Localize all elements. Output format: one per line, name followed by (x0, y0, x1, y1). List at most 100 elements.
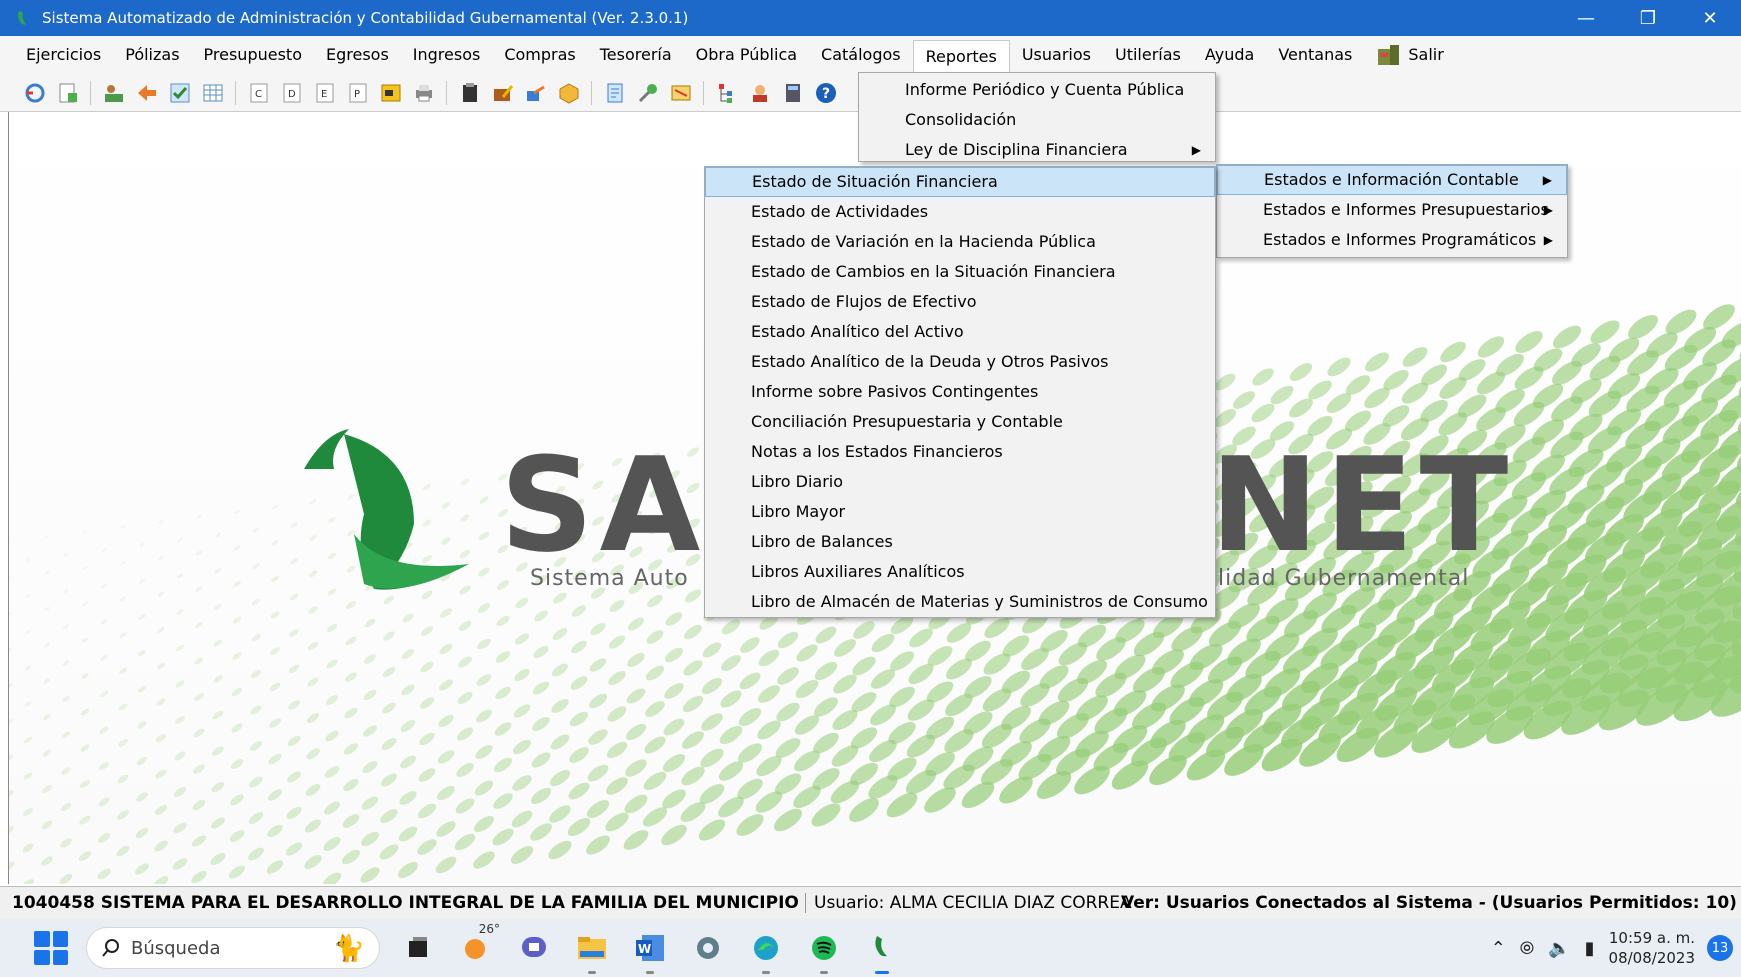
export-icon[interactable] (521, 79, 550, 107)
user-avatar-icon[interactable] (745, 79, 774, 107)
taskbar-search[interactable]: Búsqueda 🐈 (86, 927, 380, 969)
restore-button[interactable]: ❐ (1617, 0, 1679, 36)
volume-icon[interactable]: 🔈 (1548, 938, 1570, 959)
toolbar-separator (703, 80, 704, 105)
package-icon[interactable] (554, 79, 583, 107)
menu-item-libro-mayor[interactable]: Libro Mayor (705, 497, 1215, 527)
menu-item-analitico-deuda[interactable]: Estado Analítico de la Deuda y Otros Pas… (705, 347, 1215, 377)
menu-polizas[interactable]: Pólizas (113, 40, 191, 70)
edit-book-icon[interactable] (488, 79, 517, 107)
report-card-icon[interactable] (376, 79, 405, 107)
toolbar-separator (591, 80, 592, 105)
grid-table-icon[interactable] (198, 79, 227, 107)
settings-gear-icon[interactable] (688, 928, 728, 968)
menu-item-cambios-situacion[interactable]: Estado de Cambios en la Situación Financ… (705, 257, 1215, 287)
users-icon[interactable] (99, 79, 128, 107)
clock-time: 10:59 a. m. (1608, 929, 1695, 947)
menu-item-estados-contable[interactable]: Estados e Información Contable ▶ (1217, 165, 1567, 195)
menu-presupuesto[interactable]: Presupuesto (192, 40, 314, 70)
menu-item-libros-auxiliares[interactable]: Libros Auxiliares Analíticos (705, 557, 1215, 587)
title-bar: Sistema Automatizado de Administración y… (0, 0, 1741, 36)
p-page-icon[interactable]: P (343, 79, 372, 107)
close-button[interactable]: ✕ (1679, 0, 1741, 36)
menu-item-estados-presupuestarios[interactable]: Estados e Informes Presupuestarios ▶ (1217, 195, 1567, 225)
battery-icon[interactable]: ▮ (1585, 938, 1595, 959)
transfer-icon[interactable] (132, 79, 161, 107)
submenu-arrow-icon: ▶ (1191, 143, 1201, 157)
menu-salir[interactable]: Salir (1364, 40, 1455, 70)
logo-subtitle-right: lidad Gubernamental (1218, 566, 1470, 591)
menu-item-libro-diario[interactable]: Libro Diario (705, 467, 1215, 497)
menu-catalogos[interactable]: Catálogos (809, 40, 913, 70)
menu-item-estados-programaticos[interactable]: Estados e Informes Programáticos ▶ (1217, 225, 1567, 255)
menu-usuarios[interactable]: Usuarios (1010, 40, 1103, 70)
toolbar-separator (446, 80, 447, 105)
menu-item-estados-contable-label: Estados e Información Contable (1264, 170, 1519, 189)
menu-item-libro-almacen[interactable]: Libro de Almacén de Materias y Suministr… (705, 587, 1215, 617)
reportes-dropdown: Informe Periódico y Cuenta Pública Conso… (858, 72, 1216, 162)
menu-item-actividades[interactable]: Estado de Actividades (705, 197, 1215, 227)
sacnet-app-icon[interactable] (862, 928, 902, 974)
menu-item-libro-balances[interactable]: Libro de Balances (705, 527, 1215, 557)
menu-bar: Ejercicios Pólizas Presupuesto Egresos I… (0, 36, 1741, 74)
map-icon[interactable] (666, 79, 695, 107)
menu-item-flujos-efectivo[interactable]: Estado de Flujos de Efectivo (705, 287, 1215, 317)
menu-item-informe-periodico[interactable]: Informe Periódico y Cuenta Pública (859, 75, 1215, 105)
notification-badge[interactable]: 13 (1707, 935, 1733, 961)
word-icon[interactable]: W (630, 928, 670, 974)
file-explorer-icon[interactable] (572, 928, 612, 974)
menu-item-notas-estados[interactable]: Notas a los Estados Financieros (705, 437, 1215, 467)
notes-icon[interactable] (600, 79, 629, 107)
menu-item-conciliacion[interactable]: Conciliación Presupuestaria y Contable (705, 407, 1215, 437)
calculator-icon[interactable] (778, 79, 807, 107)
estados-contable-submenu: Estado de Situación Financiera Estado de… (704, 166, 1216, 618)
cat-decoration-icon: 🐈 (332, 934, 365, 964)
edge-browser-icon[interactable] (746, 928, 786, 974)
status-organization: 1040458 SISTEMA PARA EL DESARROLLO INTEG… (12, 893, 805, 913)
document-icon[interactable] (53, 79, 82, 107)
teams-chat-icon[interactable] (514, 928, 554, 968)
spotify-icon[interactable] (804, 928, 844, 974)
clipboard-icon[interactable] (455, 79, 484, 107)
c-page-icon[interactable]: C (244, 79, 273, 107)
task-view-icon[interactable] (398, 928, 438, 968)
menu-ventanas[interactable]: Ventanas (1266, 40, 1364, 70)
menu-ingresos[interactable]: Ingresos (401, 40, 493, 70)
menu-item-estados-programaticos-label: Estados e Informes Programáticos (1263, 230, 1537, 249)
menu-item-analitico-activo[interactable]: Estado Analítico del Activo (705, 317, 1215, 347)
menu-ejercicios[interactable]: Ejercicios (14, 40, 113, 70)
menu-ayuda[interactable]: Ayuda (1193, 40, 1266, 70)
status-user: Usuario: ALMA CECILIA DIAZ CORREA (805, 893, 1132, 913)
svg-text:P: P (354, 89, 360, 100)
tools-icon[interactable] (633, 79, 662, 107)
start-button[interactable] (34, 931, 68, 965)
refresh-icon[interactable] (20, 79, 49, 107)
help-icon[interactable]: ? (811, 79, 840, 107)
chevron-up-icon[interactable]: ⌃ (1491, 938, 1506, 959)
svg-text:W: W (638, 942, 651, 956)
menu-item-ley-disciplina[interactable]: Ley de Disciplina Financiera ▶ (859, 135, 1215, 165)
menu-item-situacion-financiera[interactable]: Estado de Situación Financiera (705, 167, 1215, 197)
clock[interactable]: 10:59 a. m. 08/08/2023 (1609, 928, 1695, 968)
menu-item-pasivos-contingentes[interactable]: Informe sobre Pasivos Contingentes (705, 377, 1215, 407)
toolbar-separator (90, 80, 91, 105)
print-icon[interactable] (409, 79, 438, 107)
tree-icon[interactable] (712, 79, 741, 107)
system-tray: ⌃ ⦾ 🔈 ▮ 10:59 a. m. 08/08/2023 13 (1491, 919, 1741, 977)
menu-compras[interactable]: Compras (492, 40, 587, 70)
menu-item-consolidacion[interactable]: Consolidación (859, 105, 1215, 135)
menu-reportes[interactable]: Reportes (912, 40, 1010, 74)
menu-obra-publica[interactable]: Obra Pública (684, 40, 809, 70)
menu-item-variacion-hacienda[interactable]: Estado de Variación en la Hacienda Públi… (705, 227, 1215, 257)
menu-utilerias[interactable]: Utilerías (1103, 40, 1193, 70)
status-connected-users-link[interactable]: Ver: Usuarios Conectados al Sistema - (U… (1109, 893, 1737, 913)
minimize-button[interactable]: — (1555, 0, 1617, 36)
menu-egresos[interactable]: Egresos (314, 40, 401, 70)
d-page-icon[interactable]: D (277, 79, 306, 107)
menu-tesoreria[interactable]: Tesorería (588, 40, 684, 70)
svg-text:C: C (255, 89, 262, 100)
wifi-icon[interactable]: ⦾ (1520, 938, 1534, 959)
weather-icon[interactable]: 26° (456, 922, 500, 968)
checklist-icon[interactable] (165, 79, 194, 107)
e-page-icon[interactable]: E (310, 79, 339, 107)
